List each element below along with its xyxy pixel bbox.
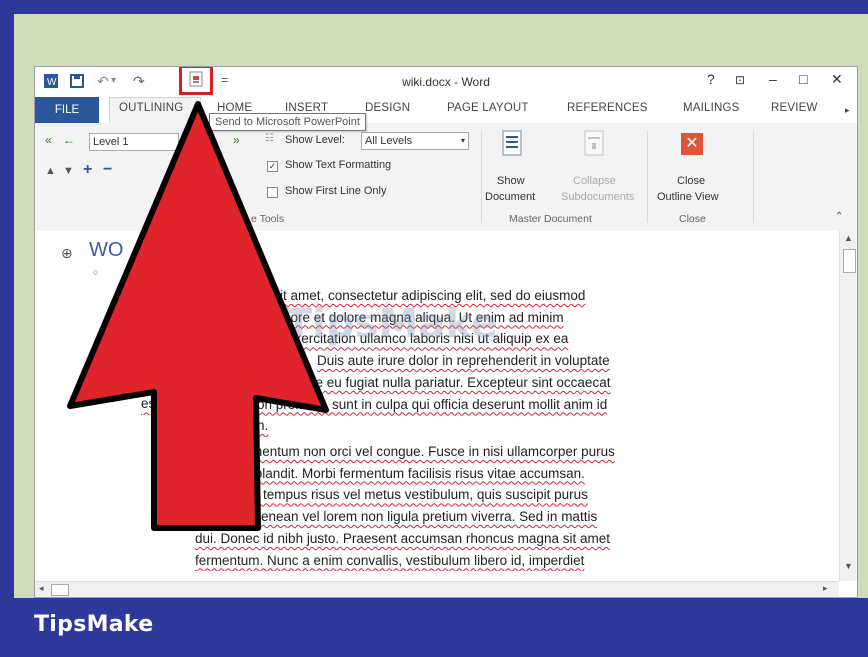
outline-level-select[interactable]: Level 1 (89, 133, 179, 151)
collapse-subdocuments-icon (583, 129, 605, 157)
outline-expand-icon[interactable]: ⊕ (61, 245, 73, 262)
collapse-subdocuments-label-line1: Collapse (573, 175, 616, 187)
show-level-icon: ☷ (265, 133, 274, 144)
tab-references[interactable]: REFERENCES (567, 102, 648, 114)
close-outline-icon[interactable]: ✕ (681, 133, 703, 155)
vertical-scrollbar[interactable]: ▲ ▼ (839, 231, 857, 581)
expand-plus-icon[interactable]: + (83, 161, 92, 179)
close-button[interactable]: ✕ (831, 71, 843, 88)
show-first-line-only-label: Show First Line Only (285, 185, 387, 197)
ribbon-separator (647, 131, 648, 223)
ribbon-tabs: FILE OUTLINING HOME INSERT DESIGN PAGE L… (35, 97, 857, 124)
ribbon-separator (481, 131, 482, 223)
ribbon-display-options-icon[interactable]: ⊡ (735, 73, 745, 87)
vertical-scroll-thumb[interactable] (843, 249, 856, 273)
brand-logo-text: TipsMake (34, 612, 154, 637)
paragraph-2: elementum non orci vel congue. Fusce in … (195, 444, 615, 568)
scroll-right-icon[interactable]: ▸ (823, 583, 828, 594)
horizontal-scrollbar[interactable]: ◂ ▸ (35, 581, 839, 597)
frame-top (0, 0, 868, 14)
promote-to-heading-icon[interactable]: « (45, 133, 52, 147)
minimize-button[interactable]: – (769, 71, 777, 87)
outline-tools-group-label: e Tools (251, 213, 285, 225)
outline-heading: WO (89, 239, 124, 261)
horizontal-scroll-thumb[interactable] (51, 584, 69, 596)
show-level-select[interactable]: All Levels ▾ (361, 132, 469, 150)
close-group-label: Close (679, 213, 706, 225)
document-area[interactable]: ⊕ WO ○ ve cu es r sit amet, consectetur … (35, 231, 839, 581)
close-outline-label-line2[interactable]: Outline View (657, 191, 719, 203)
move-down-icon[interactable]: ▼ (63, 165, 74, 177)
tab-page-layout[interactable]: PAGE LAYOUT (447, 102, 529, 114)
show-document-icon[interactable] (501, 129, 523, 157)
show-level-value: All Levels (365, 135, 413, 147)
show-first-line-only-checkbox[interactable] (267, 187, 278, 198)
scroll-down-icon[interactable]: ▼ (844, 561, 853, 571)
tab-mailings[interactable]: MAILINGS (683, 102, 740, 114)
outline-level-value: Level 1 (93, 136, 129, 148)
help-button[interactable]: ? (707, 71, 715, 87)
show-level-label: Show Level: (285, 134, 345, 146)
move-up-icon[interactable]: ▲ (45, 165, 56, 177)
title-bar: W ↶ ▾ ↷ = wiki.docx - Word ? ⊡ – □ ✕ (35, 67, 857, 97)
show-document-label-line1[interactable]: Show (497, 175, 525, 187)
watermark: TipsMake (285, 301, 498, 347)
show-text-formatting-checkbox[interactable]: ✓ (267, 161, 278, 172)
scroll-left-icon[interactable]: ◂ (39, 583, 44, 594)
show-document-label-line2[interactable]: Document (485, 191, 535, 203)
collapse-ribbon-icon[interactable]: ⌃ (835, 211, 843, 222)
ribbon: « ← Level 1 » ▲ ▼ + − ☷ Show Level: All … (35, 123, 857, 232)
demote-to-body-icon[interactable]: » (233, 133, 240, 147)
close-outline-label-line1[interactable]: Close (677, 175, 705, 187)
outline-bullet-icon: ○ (93, 267, 99, 277)
maximize-button[interactable]: □ (799, 71, 807, 87)
promote-icon[interactable]: ← (63, 133, 75, 147)
paragraph-left-fragment: ve cu es (141, 353, 155, 412)
send-to-powerpoint-tooltip: Send to Microsoft PowerPoint (209, 113, 366, 131)
ribbon-separator (753, 131, 754, 223)
tab-outlining[interactable]: OUTLINING (119, 102, 183, 114)
tabs-scroll-right-icon[interactable]: ▸ (845, 105, 850, 116)
word-window: W ↶ ▾ ↷ = wiki.docx - Word ? ⊡ – □ ✕ FIL… (34, 66, 858, 598)
scroll-up-icon[interactable]: ▲ (844, 233, 853, 243)
tab-file[interactable]: FILE (35, 97, 99, 123)
collapse-minus-icon[interactable]: − (103, 161, 112, 179)
chevron-down-icon: ▾ (460, 136, 465, 145)
tab-review[interactable]: REVIEW (771, 102, 818, 114)
collapse-subdocuments-label-line2: Subdocuments (561, 191, 635, 203)
window-title: wiki.docx - Word (402, 75, 490, 89)
tab-design[interactable]: DESIGN (365, 102, 410, 114)
show-text-formatting-label: Show Text Formatting (285, 159, 392, 171)
master-document-group-label: Master Document (509, 213, 592, 225)
